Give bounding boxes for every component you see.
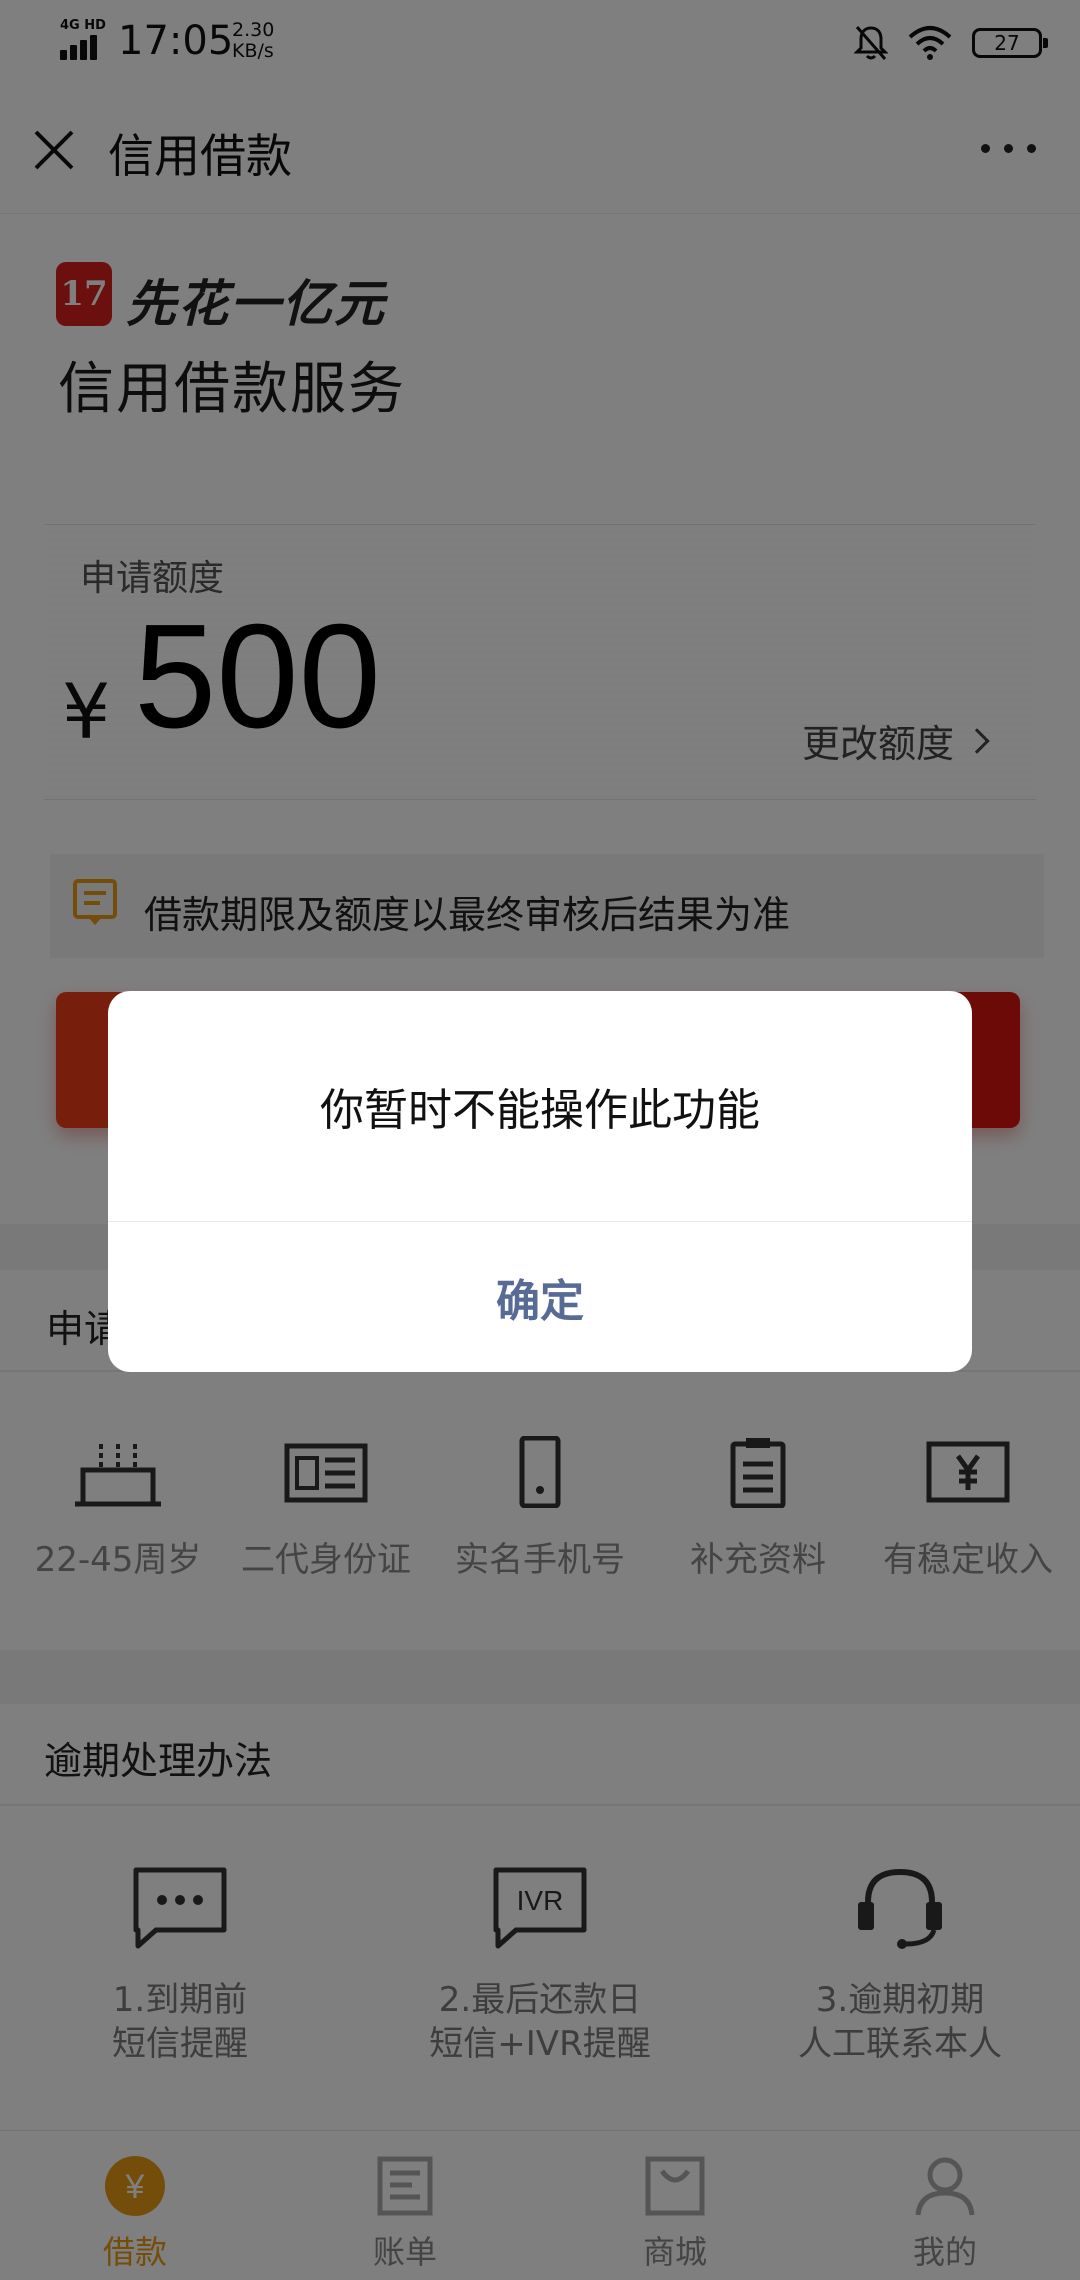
alert-dialog: 你暂时不能操作此功能 确定 — [108, 991, 972, 1372]
dialog-message: 你暂时不能操作此功能 — [320, 1085, 760, 1136]
confirm-button[interactable]: 确定 — [108, 1222, 972, 1372]
